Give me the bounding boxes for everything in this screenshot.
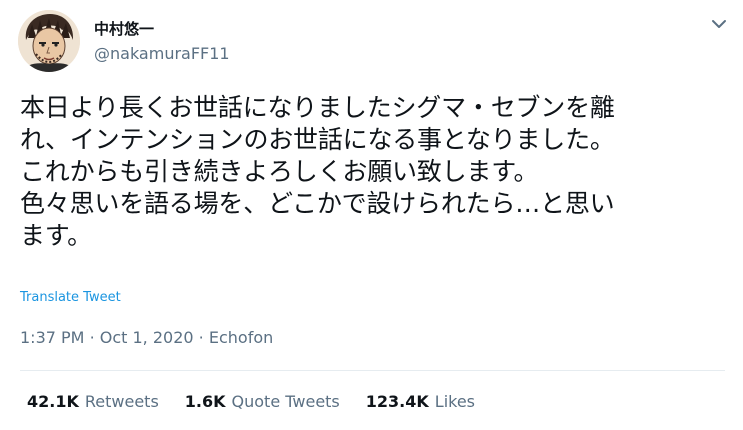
avatar[interactable] (18, 10, 80, 72)
tweet-text: 本日より長くお世話になりましたシグマ・セブンを離 れ、インテンションのお世話にな… (20, 92, 725, 252)
display-name[interactable]: 中村悠一 (94, 18, 154, 39)
divider (20, 370, 725, 371)
profile-avatar-icon (18, 10, 80, 72)
tweet-date[interactable]: Oct 1, 2020 (100, 328, 194, 347)
tweet-time[interactable]: 1:37 PM (20, 328, 84, 347)
likes-count: 123.4K (365, 392, 429, 411)
tweet-card: 中村悠一 @nakamuraFF11 本日より長くお世話になりましたシグマ・セブ… (0, 0, 743, 430)
retweets-stat[interactable]: 42.1K Retweets (27, 392, 159, 411)
tweet-stats: 42.1K Retweets 1.6K Quote Tweets 123.4K … (27, 392, 475, 411)
retweets-label: Retweets (84, 392, 159, 411)
meta-separator: · (198, 328, 204, 347)
likes-stat[interactable]: 123.4K Likes (366, 392, 475, 411)
quote-tweets-label: Quote Tweets (231, 392, 340, 411)
retweets-count: 42.1K (27, 392, 79, 411)
translate-tweet-link[interactable]: Translate Tweet (20, 290, 121, 305)
chevron-down-icon[interactable] (709, 16, 729, 32)
likes-label: Likes (434, 392, 476, 411)
tweet-text-line: これからも引き続きよろしくお願い致します。 (20, 157, 539, 186)
tweet-text-line: ます。 (20, 221, 92, 250)
tweet-meta: 1:37 PM · Oct 1, 2020 · Echofon (20, 328, 273, 347)
quote-tweets-stat[interactable]: 1.6K Quote Tweets (185, 392, 340, 411)
tweet-text-line: 色々思いを語る場を、どこかで設けられたら…と思い (20, 189, 615, 218)
tweet-text-line: 本日より長くお世話になりましたシグマ・セブンを離 (20, 93, 615, 122)
quote-tweets-count: 1.6K (184, 392, 226, 411)
user-handle[interactable]: @nakamuraFF11 (94, 44, 230, 63)
tweet-source[interactable]: Echofon (209, 328, 273, 347)
meta-separator: · (89, 328, 95, 347)
tweet-text-line: れ、インテンションのお世話になる事となりました。 (20, 125, 615, 154)
